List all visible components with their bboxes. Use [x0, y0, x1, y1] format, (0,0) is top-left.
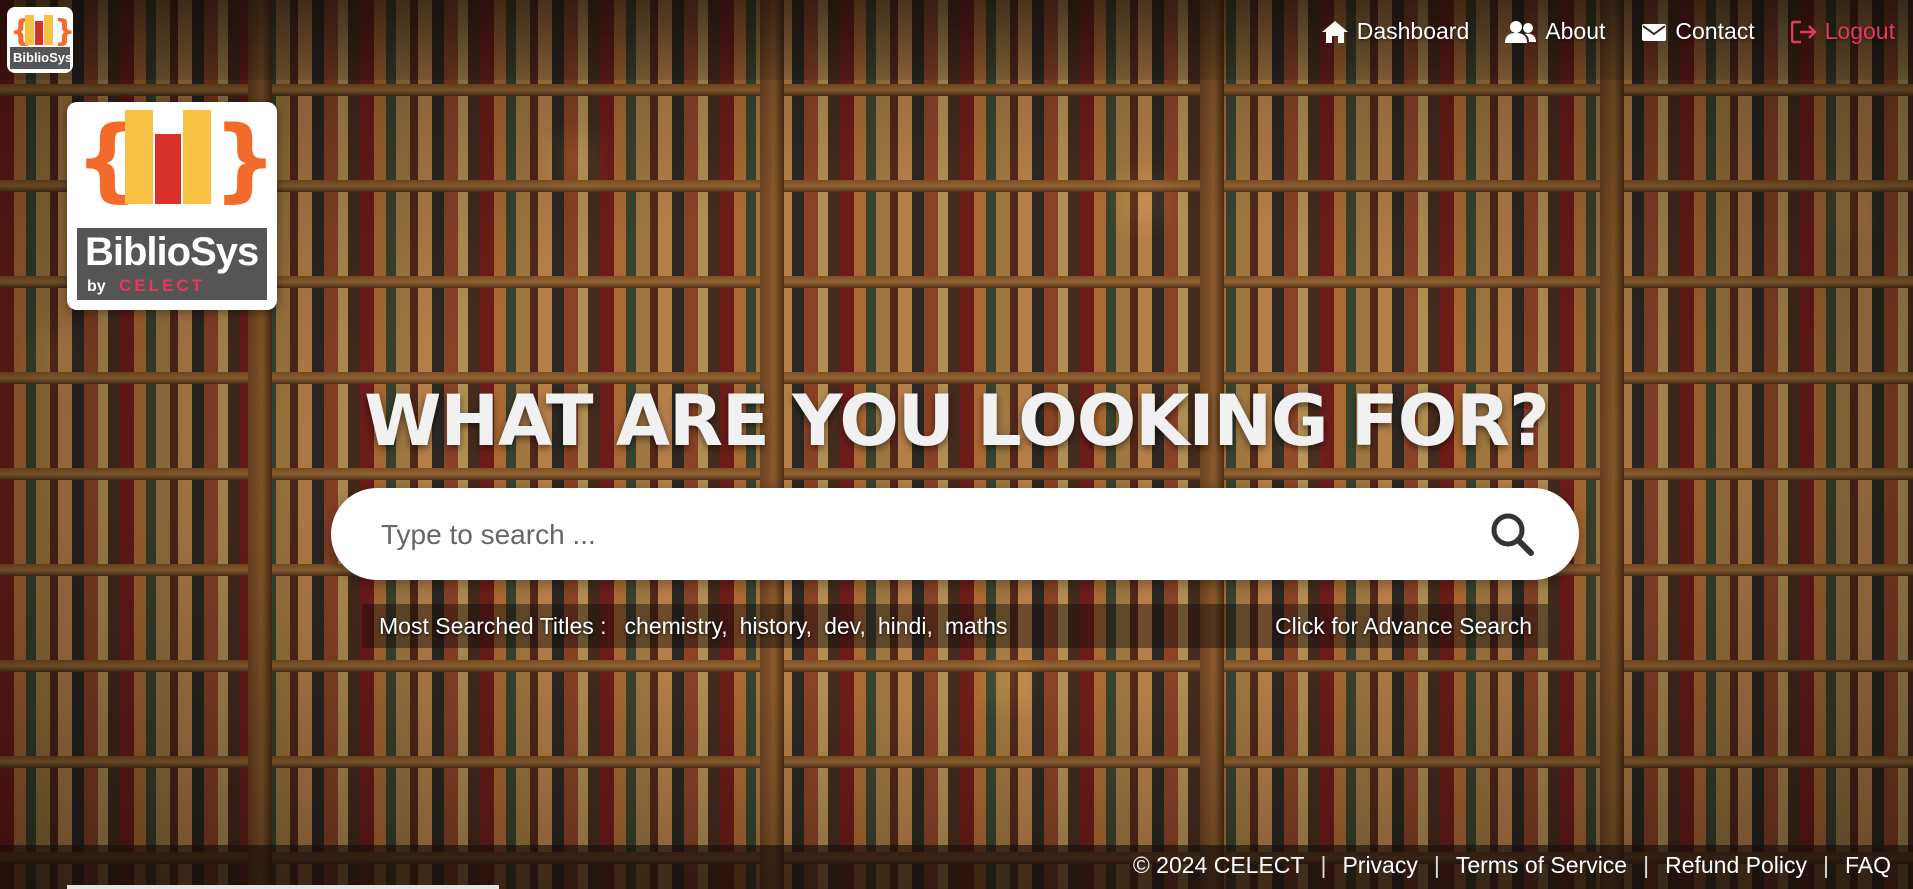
sign-out-icon [1790, 20, 1817, 43]
nav-contact[interactable]: Contact [1641, 18, 1755, 45]
footer-links: © 2024 CELECT | Privacy | Terms of Servi… [1133, 852, 1891, 879]
main-nav: Dashboard About Contact Logout [1321, 18, 1895, 45]
top-navbar: { } BiblioSys Dashboard About [0, 0, 1913, 80]
suggestion-maths[interactable]: maths [945, 613, 1008, 640]
footer-separator: | [1433, 852, 1440, 878]
svg-text:}: } [54, 14, 73, 49]
bibliosys-logo-icon: { } BiblioSys [10, 14, 73, 69]
nav-dashboard[interactable]: Dashboard [1321, 18, 1470, 45]
users-icon [1505, 20, 1537, 43]
svg-text:BiblioSys: BiblioSys [13, 50, 72, 65]
footer-separator: | [1320, 852, 1327, 878]
suggestion-dev[interactable]: dev, [824, 613, 866, 640]
svg-text:}: } [213, 107, 277, 212]
envelope-icon [1642, 23, 1667, 41]
nav-logo[interactable]: { } BiblioSys [7, 7, 73, 73]
footer: © 2024 CELECT | Privacy | Terms of Servi… [0, 845, 1913, 889]
copyright: © 2024 CELECT [1132, 852, 1305, 878]
logo-band: BiblioSys by CELECT [77, 228, 267, 300]
footer-link-terms[interactable]: Terms of Service [1456, 852, 1627, 879]
bibliosys-logo-icon: { } [75, 107, 277, 212]
suggestion-hindi[interactable]: hindi, [878, 613, 933, 640]
search-box [331, 488, 1579, 582]
most-searched-row: Most Searched Titles : chemistry, histor… [362, 607, 1548, 645]
suggestion-chemistry[interactable]: chemistry, [625, 613, 728, 640]
footer-link-privacy[interactable]: Privacy [1342, 852, 1417, 879]
most-searched-label: Most Searched Titles : [379, 612, 607, 639]
brand-logo: { } BiblioSys by CELECT [67, 102, 277, 310]
logo-company: CELECT [119, 276, 205, 295]
logo-by: by [87, 278, 106, 295]
footer-link-refund[interactable]: Refund Policy [1665, 852, 1807, 879]
horizontal-scrollbar[interactable] [67, 885, 499, 889]
nav-about[interactable]: About [1505, 18, 1605, 45]
home-icon [1321, 20, 1348, 43]
nav-contact-label: Contact [1675, 18, 1755, 44]
search-button[interactable] [1489, 511, 1535, 557]
search-icon [1491, 513, 1534, 556]
advanced-search-link[interactable]: Click for Advance Search [1275, 613, 1532, 640]
footer-link-faq[interactable]: FAQ [1845, 852, 1891, 879]
nav-logout[interactable]: Logout [1790, 18, 1895, 45]
footer-separator: | [1643, 852, 1650, 878]
footer-separator: | [1823, 852, 1829, 878]
nav-logout-label: Logout [1824, 18, 1895, 44]
nav-dashboard-label: Dashboard [1356, 18, 1470, 44]
search-input[interactable] [379, 488, 1463, 582]
page-headline: WHAT ARE YOU LOOKING FOR? [364, 380, 1549, 462]
nav-about-label: About [1545, 18, 1606, 44]
suggestion-history[interactable]: history, [740, 613, 812, 640]
logo-name: BiblioSys [85, 230, 259, 274]
